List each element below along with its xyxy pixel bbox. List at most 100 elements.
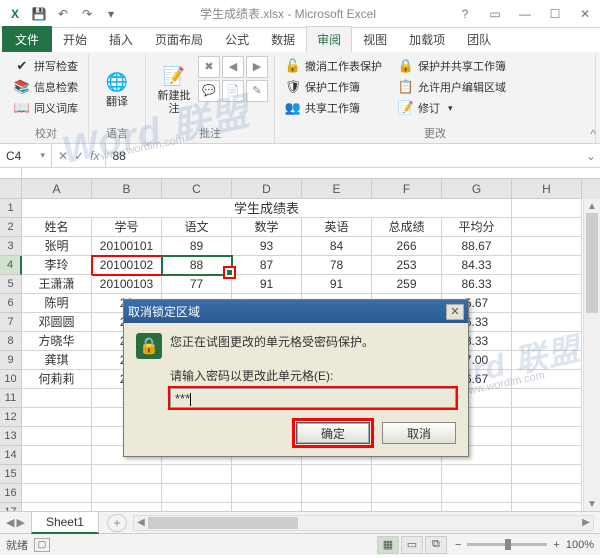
horizontal-scrollbar[interactable]: ◀ ▶ bbox=[133, 515, 594, 531]
redo-icon[interactable]: ↷ bbox=[76, 3, 98, 25]
grid-cell[interactable] bbox=[442, 503, 512, 511]
formula-expand-icon[interactable]: ⌄ bbox=[582, 144, 600, 167]
grid-cell[interactable] bbox=[92, 484, 162, 503]
fx-icon[interactable]: fx bbox=[90, 149, 99, 163]
grid-cell[interactable]: 陈明 bbox=[22, 294, 92, 313]
grid-cell[interactable] bbox=[512, 275, 582, 294]
grid-cell[interactable]: 张明 bbox=[22, 237, 92, 256]
grid-cell[interactable]: 数学 bbox=[232, 218, 302, 237]
add-sheet-button[interactable]: + bbox=[107, 514, 127, 532]
cancel-button[interactable]: 取消 bbox=[382, 422, 456, 444]
delete-comment-icon[interactable]: ✖ bbox=[198, 56, 220, 78]
tab-插入[interactable]: 插入 bbox=[98, 26, 144, 52]
tab-视图[interactable]: 视图 bbox=[352, 26, 398, 52]
grid-cell[interactable] bbox=[512, 256, 582, 275]
grid-cell[interactable] bbox=[22, 465, 92, 484]
translate-button[interactable]: 🌐 翻译 bbox=[95, 56, 139, 123]
normal-view-icon[interactable]: ▦ bbox=[377, 536, 399, 554]
row-head[interactable]: 16 bbox=[0, 484, 22, 503]
hscroll-thumb[interactable] bbox=[148, 517, 298, 529]
protect-share-button[interactable]: 🔒保护并共享工作簿 bbox=[394, 56, 510, 76]
grid-cell[interactable] bbox=[512, 294, 582, 313]
grid-cell[interactable]: 87 bbox=[232, 256, 302, 275]
grid-cell[interactable]: 77 bbox=[162, 275, 232, 294]
show-ink-icon[interactable]: ✎ bbox=[246, 80, 268, 102]
grid-cell[interactable] bbox=[92, 503, 162, 511]
track-changes-button[interactable]: 📝修订▾ bbox=[394, 98, 510, 118]
grid-cell[interactable] bbox=[512, 465, 582, 484]
grid-cell[interactable] bbox=[512, 313, 582, 332]
grid-cell[interactable]: 何莉莉 bbox=[22, 370, 92, 389]
tab-file[interactable]: 文件 bbox=[2, 26, 52, 52]
grid-cell[interactable]: 84 bbox=[302, 237, 372, 256]
row-head[interactable]: 5 bbox=[0, 275, 22, 294]
grid-cell[interactable]: 259 bbox=[372, 275, 442, 294]
grid-cell[interactable] bbox=[162, 503, 232, 511]
grid-cell[interactable] bbox=[22, 427, 92, 446]
grid-cell[interactable]: 20100103 bbox=[92, 275, 162, 294]
sheet-first-icon[interactable]: ◀ bbox=[6, 516, 14, 529]
grid-cell[interactable]: 20100102 bbox=[92, 256, 162, 275]
scroll-left-icon[interactable]: ◀ bbox=[134, 516, 148, 530]
dialog-close-icon[interactable]: ✕ bbox=[446, 304, 464, 320]
row-head[interactable]: 3 bbox=[0, 237, 22, 256]
grid-cell[interactable] bbox=[512, 389, 582, 408]
column-head[interactable]: E bbox=[302, 179, 372, 199]
grid-cell[interactable] bbox=[512, 332, 582, 351]
spellcheck-button[interactable]: ✔拼写检查 bbox=[10, 56, 82, 76]
tab-开始[interactable]: 开始 bbox=[52, 26, 98, 52]
name-box[interactable]: C4▾ bbox=[0, 144, 52, 167]
cancel-edit-icon[interactable]: ✕ bbox=[58, 149, 68, 163]
grid-cell[interactable]: 李玲 bbox=[22, 256, 92, 275]
row-head[interactable]: 9 bbox=[0, 351, 22, 370]
row-head[interactable]: 2 bbox=[0, 218, 22, 237]
grid-cell[interactable]: 龚琪 bbox=[22, 351, 92, 370]
grid-cell[interactable]: 英语 bbox=[302, 218, 372, 237]
unprotect-sheet-button[interactable]: 🔓撤消工作表保护 bbox=[281, 56, 386, 76]
grid-cell[interactable] bbox=[512, 427, 582, 446]
ok-button[interactable]: 确定 bbox=[296, 422, 370, 444]
tab-加载项[interactable]: 加载项 bbox=[398, 26, 456, 52]
grid-cell[interactable] bbox=[302, 465, 372, 484]
grid-cell[interactable]: 266 bbox=[372, 237, 442, 256]
zoom-out-icon[interactable]: − bbox=[455, 539, 461, 551]
close-icon[interactable]: ✕ bbox=[570, 0, 600, 28]
grid-cell[interactable]: 学号 bbox=[92, 218, 162, 237]
thesaurus-button[interactable]: 📖同义词库 bbox=[10, 98, 82, 118]
help-icon[interactable]: ? bbox=[450, 0, 480, 28]
zoom-slider[interactable] bbox=[467, 543, 547, 546]
new-comment-button[interactable]: 📝 新建批注 bbox=[152, 56, 196, 123]
grid-cell[interactable]: 86.33 bbox=[442, 275, 512, 294]
row-head[interactable]: 8 bbox=[0, 332, 22, 351]
zoom-level[interactable]: 100% bbox=[566, 539, 594, 551]
macro-record-icon[interactable]: ▢ bbox=[34, 538, 50, 552]
column-head[interactable]: A bbox=[22, 179, 92, 199]
grid-cell[interactable] bbox=[442, 484, 512, 503]
maximize-icon[interactable]: ☐ bbox=[540, 0, 570, 28]
vertical-scrollbar[interactable]: ▲ ▼ bbox=[583, 199, 600, 511]
grid-cell[interactable] bbox=[22, 389, 92, 408]
collapse-ribbon-icon[interactable]: ^ bbox=[590, 127, 596, 141]
grid-cell[interactable]: 姓名 bbox=[22, 218, 92, 237]
column-head[interactable]: D bbox=[232, 179, 302, 199]
grid-cell[interactable]: 91 bbox=[302, 275, 372, 294]
grid-cell[interactable] bbox=[22, 503, 92, 511]
tab-数据[interactable]: 数据 bbox=[260, 26, 306, 52]
grid-cell[interactable] bbox=[512, 408, 582, 427]
grid-cell[interactable] bbox=[512, 446, 582, 465]
research-button[interactable]: 📚信息检索 bbox=[10, 77, 82, 97]
select-all-corner[interactable] bbox=[0, 179, 22, 199]
ribbon-options-icon[interactable]: ▭ bbox=[480, 0, 510, 28]
column-head[interactable]: B bbox=[92, 179, 162, 199]
tab-审阅[interactable]: 审阅 bbox=[306, 26, 352, 52]
scroll-thumb[interactable] bbox=[586, 213, 598, 313]
grid-cell[interactable] bbox=[162, 465, 232, 484]
protect-workbook-button[interactable]: 🛡保护工作簿 bbox=[281, 77, 386, 97]
grid-cell[interactable]: 20100101 bbox=[92, 237, 162, 256]
share-workbook-button[interactable]: 👥共享工作簿 bbox=[281, 98, 386, 118]
grid-cell[interactable]: 88.67 bbox=[442, 237, 512, 256]
grid-cell[interactable]: 91 bbox=[232, 275, 302, 294]
scroll-up-icon[interactable]: ▲ bbox=[584, 199, 600, 213]
grid-cell[interactable] bbox=[512, 237, 582, 256]
grid-cell[interactable]: 语文 bbox=[162, 218, 232, 237]
